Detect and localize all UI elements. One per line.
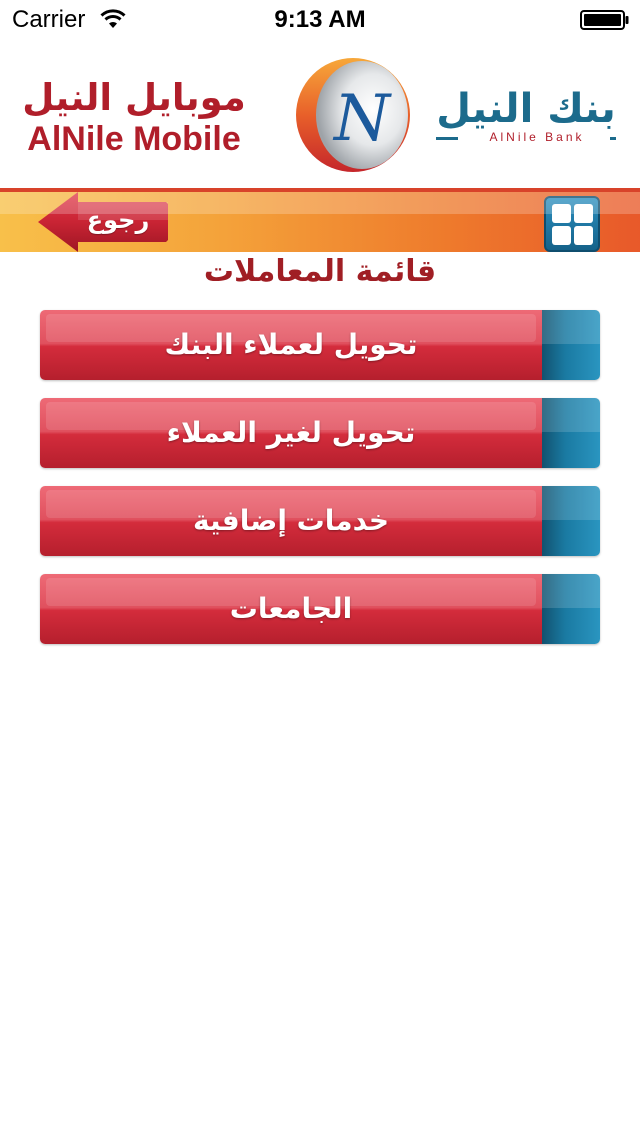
menu-item-label: تحويل لعملاء البنك — [164, 328, 418, 361]
menu-item-transfer-non-customers[interactable]: تحويل لغير العملاء — [40, 398, 600, 468]
emblem-letter: N — [332, 82, 392, 156]
menu-item-universities[interactable]: الجامعات — [40, 574, 600, 644]
menu-item-tab — [542, 486, 600, 556]
menu-item-transfer-bank-customers[interactable]: تحويل لعملاء البنك — [40, 310, 600, 380]
brand-header: موبايل النيل AlNile Mobile N بنك النيل A… — [0, 40, 640, 188]
back-button-label: رجوع — [86, 206, 150, 234]
menu-item-additional-services[interactable]: خدمات إضافية — [40, 486, 600, 556]
grid-menu-button[interactable] — [544, 196, 600, 252]
menu-item-label: خدمات إضافية — [193, 504, 389, 537]
navigation-bar: رجوع — [0, 188, 640, 252]
alnile-mobile-logo-english: AlNile Mobile — [27, 120, 241, 158]
menu-item-tab — [542, 310, 600, 380]
back-button[interactable]: رجوع — [38, 192, 170, 252]
nile-emblem-logo: N — [296, 58, 410, 172]
alnile-bank-logo-arabic: بنك النيل — [436, 86, 616, 132]
status-time: 9:13 AM — [274, 6, 366, 33]
menu-item-label: تحويل لغير العملاء — [166, 416, 416, 449]
grid-menu-icon — [552, 204, 571, 223]
menu-item-label: الجامعات — [229, 592, 353, 625]
battery-icon — [580, 10, 629, 30]
alnile-bank-logo-english: AlNile Bank — [489, 130, 585, 144]
page-title: قائمة المعاملات — [203, 254, 437, 289]
menu-item-tab — [542, 398, 600, 468]
menu-item-tab — [542, 574, 600, 644]
alnile-mobile-logo-arabic: موبايل النيل — [22, 76, 246, 119]
status-bar: Carrier 9:13 AM — [0, 0, 640, 40]
